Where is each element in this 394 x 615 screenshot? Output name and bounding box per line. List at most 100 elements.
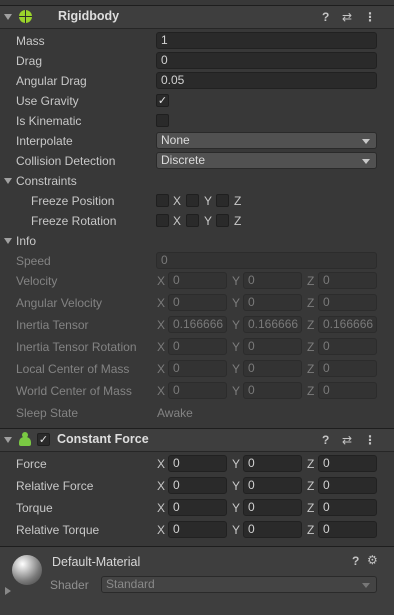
local-com-y-label: Y	[232, 362, 241, 376]
local-com-x-label: X	[157, 362, 166, 376]
constant-force-header[interactable]: ✓ Constant Force ? ⇄ ⋮	[0, 428, 394, 452]
collapse-arrow-icon[interactable]	[4, 14, 12, 20]
shader-dropdown[interactable]: Standard	[101, 576, 377, 593]
freeze-position-y-label: Y	[204, 194, 213, 208]
freeze-position-x-label: X	[173, 194, 182, 208]
velocity-x-field: 0	[168, 272, 227, 289]
torque-z-field[interactable]: 0	[318, 499, 377, 516]
inertia-tensor-x-field: 0.166666	[168, 316, 227, 333]
drag-field[interactable]: 0	[156, 52, 377, 69]
drag-label: Drag	[16, 54, 43, 68]
help-icon[interactable]: ?	[352, 554, 359, 568]
freeze-rotation-label: Freeze Rotation	[31, 214, 117, 228]
world-com-z-label: Z	[307, 384, 315, 398]
angular-velocity-z-label: Z	[307, 296, 315, 310]
inertia-tensor-x-label: X	[157, 318, 166, 332]
force-y-field[interactable]: 0	[243, 455, 302, 472]
local-com-y-field: 0	[243, 360, 302, 377]
relative-torque-y-label: Y	[232, 523, 241, 537]
inertia-tensor-rotation-y-label: Y	[232, 340, 241, 354]
inertia-tensor-rotation-z-label: Z	[307, 340, 315, 354]
constraints-foldout-icon[interactable]	[4, 178, 12, 184]
constraints-foldout[interactable]: Constraints	[16, 174, 77, 188]
world-com-x-label: X	[157, 384, 166, 398]
relative-force-z-field[interactable]: 0	[318, 477, 377, 494]
freeze-rotation-z-checkbox[interactable]	[216, 214, 229, 227]
angular-velocity-z-field: 0	[318, 294, 377, 311]
sleep-state-value: Awake	[157, 406, 193, 420]
settings-icon[interactable]: ⚙	[367, 553, 378, 567]
force-z-label: Z	[307, 457, 315, 471]
collision-detection-dropdown[interactable]: Discrete	[156, 152, 377, 169]
velocity-x-label: X	[157, 274, 166, 288]
angular-velocity-label: Angular Velocity	[16, 296, 103, 310]
relative-torque-label: Relative Torque	[16, 523, 100, 537]
velocity-z-label: Z	[307, 274, 315, 288]
is-kinematic-checkbox[interactable]	[156, 114, 169, 127]
world-com-x-field: 0	[168, 382, 227, 399]
inertia-tensor-rotation-z-field: 0	[318, 338, 377, 355]
relative-force-x-field[interactable]: 0	[168, 477, 227, 494]
context-menu-icon[interactable]: ⋮	[364, 433, 376, 447]
inertia-tensor-rotation-y-field: 0	[243, 338, 302, 355]
force-y-label: Y	[232, 457, 241, 471]
relative-force-z-label: Z	[307, 479, 315, 493]
world-com-y-field: 0	[243, 382, 302, 399]
torque-y-field[interactable]: 0	[243, 499, 302, 516]
local-com-x-field: 0	[168, 360, 227, 377]
inertia-tensor-rotation-x-label: X	[157, 340, 166, 354]
angular-velocity-x-label: X	[157, 296, 166, 310]
world-com-z-field: 0	[318, 382, 377, 399]
component-title: Rigidbody	[58, 9, 120, 23]
velocity-y-label: Y	[232, 274, 241, 288]
mass-field[interactable]: 1	[156, 32, 377, 49]
force-x-field[interactable]: 0	[168, 455, 227, 472]
freeze-position-label: Freeze Position	[31, 194, 115, 208]
collision-detection-label: Collision Detection	[16, 154, 116, 168]
info-foldout-icon[interactable]	[4, 238, 12, 244]
foldout-arrow-icon[interactable]	[5, 587, 11, 595]
relative-torque-y-field[interactable]: 0	[243, 521, 302, 538]
freeze-position-z-checkbox[interactable]	[216, 194, 229, 207]
freeze-position-z-label: Z	[234, 194, 242, 208]
angular-drag-label: Angular Drag	[16, 74, 87, 88]
relative-torque-x-field[interactable]: 0	[168, 521, 227, 538]
freeze-position-x-checkbox[interactable]	[156, 194, 169, 207]
use-gravity-checkbox[interactable]: ✓	[156, 94, 169, 107]
torque-x-label: X	[157, 501, 166, 515]
presets-icon[interactable]: ⇄	[342, 433, 352, 447]
info-foldout[interactable]: Info	[16, 234, 36, 248]
torque-z-label: Z	[307, 501, 315, 515]
torque-x-field[interactable]: 0	[168, 499, 227, 516]
interpolate-value: None	[161, 133, 190, 147]
angular-drag-field[interactable]: 0.05	[156, 72, 377, 89]
context-menu-icon[interactable]: ⋮	[364, 10, 376, 24]
collision-detection-value: Discrete	[161, 153, 206, 167]
help-icon[interactable]: ?	[322, 433, 329, 447]
collapse-arrow-icon[interactable]	[4, 437, 12, 443]
presets-icon[interactable]: ⇄	[342, 10, 352, 24]
shader-value: Standard	[106, 577, 155, 591]
angular-velocity-y-label: Y	[232, 296, 241, 310]
inertia-tensor-rotation-label: Inertia Tensor Rotation	[16, 340, 137, 354]
material-preview-sphere[interactable]	[12, 555, 42, 585]
relative-torque-z-label: Z	[307, 523, 315, 537]
relative-torque-z-field[interactable]: 0	[318, 521, 377, 538]
velocity-y-field: 0	[243, 272, 302, 289]
relative-force-y-field[interactable]: 0	[243, 477, 302, 494]
relative-torque-x-label: X	[157, 523, 166, 537]
freeze-rotation-z-label: Z	[234, 214, 242, 228]
component-enabled-checkbox[interactable]: ✓	[37, 433, 50, 446]
freeze-position-y-checkbox[interactable]	[186, 194, 199, 207]
local-com-z-label: Z	[307, 362, 315, 376]
freeze-rotation-x-checkbox[interactable]	[156, 214, 169, 227]
force-z-field[interactable]: 0	[318, 455, 377, 472]
help-icon[interactable]: ?	[322, 10, 329, 24]
angular-velocity-x-field: 0	[168, 294, 227, 311]
interpolate-dropdown[interactable]: None	[156, 132, 377, 149]
freeze-rotation-y-checkbox[interactable]	[186, 214, 199, 227]
rigidbody-header[interactable]: Rigidbody ? ⇄ ⋮	[0, 5, 394, 29]
world-center-of-mass-label: World Center of Mass	[16, 384, 132, 398]
chevron-down-icon	[362, 583, 370, 588]
inertia-tensor-z-field: 0.166666	[318, 316, 377, 333]
